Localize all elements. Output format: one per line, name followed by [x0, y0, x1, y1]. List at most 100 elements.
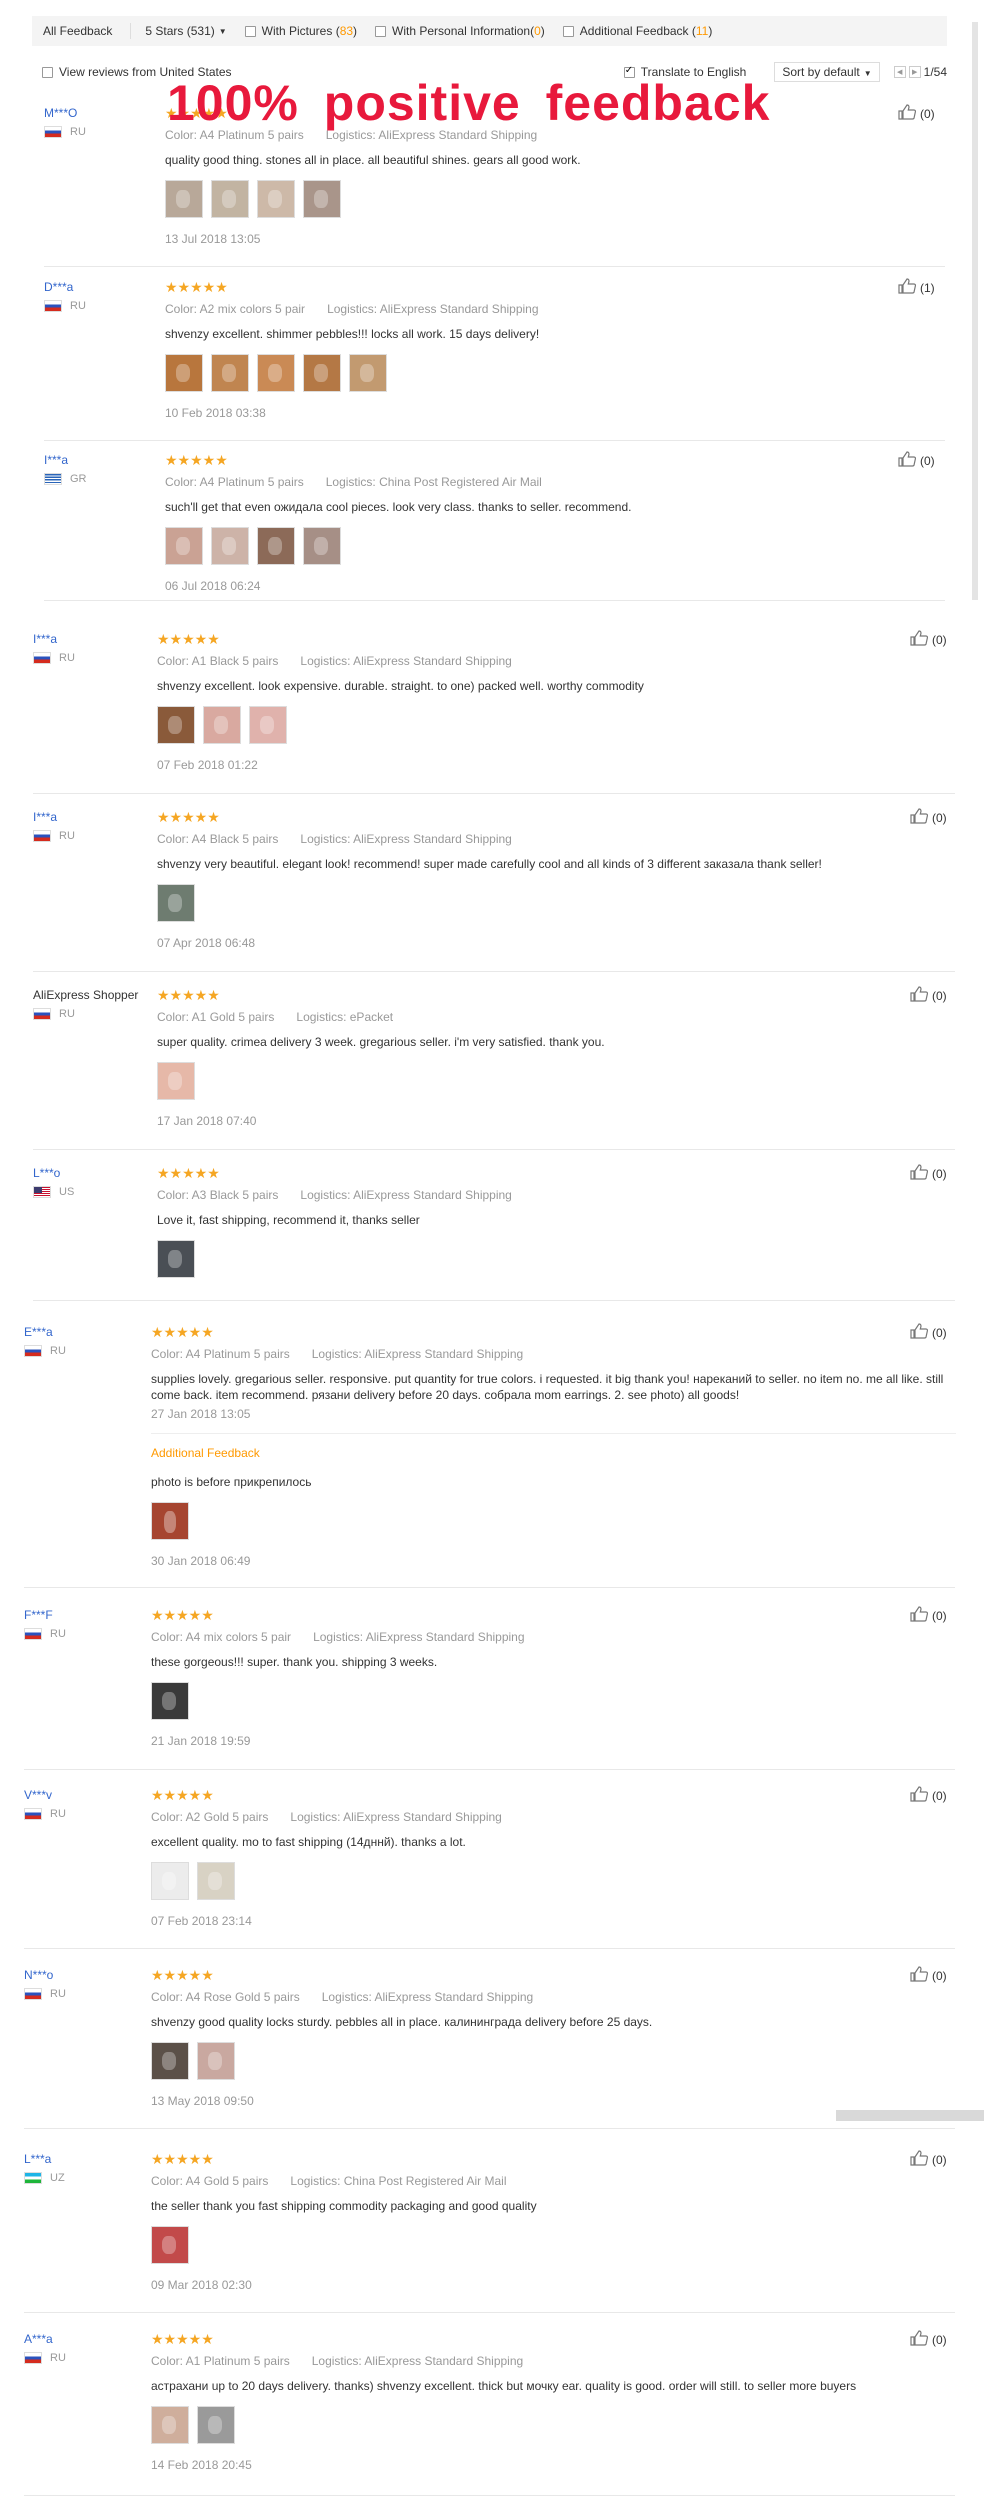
review-photo[interactable] — [257, 527, 295, 565]
helpful-button[interactable]: (0) — [910, 2150, 947, 2169]
order-color: Color: A4 Gold 5 pairs — [151, 2174, 269, 2188]
review-photo[interactable] — [157, 884, 195, 922]
review-photo[interactable] — [151, 1502, 189, 1540]
review-photo[interactable] — [151, 2406, 189, 2444]
review-body: ★★★★★ Color: A4 Black 5 pairs Logistics: A… — [157, 810, 937, 950]
review-photo[interactable] — [151, 1862, 189, 1900]
sort-select[interactable]: Sort by default ▼ — [774, 62, 880, 82]
vertical-scrollbar[interactable] — [972, 22, 978, 600]
rating-stars: ★★★★★ — [157, 987, 220, 1003]
with-pictures-checkbox[interactable] — [244, 25, 256, 37]
review-photo[interactable] — [257, 354, 295, 392]
helpful-button[interactable]: (0) — [910, 1164, 947, 1183]
view-us-checkbox[interactable] — [42, 66, 53, 78]
all-feedback-tab[interactable]: All Feedback — [43, 24, 112, 38]
reviewer-name[interactable]: V***v — [24, 1788, 52, 1802]
review-photo[interactable] — [211, 180, 249, 218]
helpful-count: (0) — [932, 632, 947, 647]
additional-divider — [151, 1433, 956, 1434]
additional-feedback-label: Additional Feedback ( — [579, 24, 696, 38]
with-personal-checkbox[interactable] — [375, 25, 387, 37]
review-photo[interactable] — [165, 180, 203, 218]
review-photo[interactable] — [249, 706, 287, 744]
reviewer-name[interactable]: M***O — [44, 106, 77, 120]
review-photo[interactable] — [165, 527, 203, 565]
review-photo[interactable] — [211, 527, 249, 565]
prev-page-button[interactable]: ◀ — [893, 66, 906, 78]
reviewer-country: US — [33, 1186, 74, 1198]
review-photo[interactable] — [349, 354, 387, 392]
additional-feedback-checkbox[interactable] — [562, 25, 574, 37]
thumbs-up-icon — [910, 2150, 932, 2169]
review-photo[interactable] — [151, 2226, 189, 2264]
stars-filter-label: 5 Stars (531) — [145, 24, 215, 38]
reviewer-name[interactable]: E***a — [24, 1325, 53, 1339]
helpful-count: (0) — [932, 810, 947, 825]
country-code: RU — [59, 830, 75, 842]
reviewer-name[interactable]: D***a — [44, 280, 73, 294]
review-photo[interactable] — [197, 2042, 235, 2080]
review-date: 13 Jul 2018 13:05 — [165, 232, 261, 246]
review-photo[interactable] — [303, 354, 341, 392]
chevron-down-icon: ▼ — [218, 26, 227, 36]
additional-feedback-date: 30 Jan 2018 06:49 — [151, 1554, 251, 1568]
country-code: RU — [50, 1628, 66, 1640]
review-meta: Color: A4 Rose Gold 5 pairs Logistics: Al… — [151, 1990, 931, 2004]
review-photos — [151, 2406, 931, 2444]
review-divider — [33, 1300, 955, 1301]
helpful-button[interactable]: (0) — [910, 630, 947, 649]
stars-filter-select[interactable]: 5 Stars (531) ▼ — [145, 24, 226, 38]
review-date: 07 Apr 2018 06:48 — [157, 936, 256, 950]
thumbs-up-icon — [910, 1966, 932, 1985]
review-photo[interactable] — [151, 1682, 189, 1720]
review-body: ★★★★★ Color: A1 Gold 5 pairs Logistics: eP… — [157, 988, 937, 1128]
review-photo[interactable] — [197, 1862, 235, 1900]
review-photo[interactable] — [303, 527, 341, 565]
helpful-button[interactable]: (1) — [898, 278, 935, 297]
next-page-button[interactable]: ▶ — [908, 66, 921, 78]
review-photo[interactable] — [151, 2042, 189, 2080]
helpful-button[interactable]: (0) — [910, 1606, 947, 1625]
horizontal-scrollbar[interactable] — [836, 2110, 984, 2121]
additional-feedback-text: photo is before прикрепилось — [151, 1475, 312, 1489]
reviewer-name[interactable]: I***a — [33, 632, 57, 646]
reviewer-name[interactable]: L***o — [33, 1166, 60, 1180]
reviewer-name[interactable]: A***a — [24, 2332, 53, 2346]
reviewer-name[interactable]: I***a — [44, 453, 68, 467]
reviewer-name[interactable]: AliExpress Shopper — [33, 988, 138, 1002]
helpful-button[interactable]: (0) — [910, 2330, 947, 2349]
helpful-button[interactable]: (0) — [910, 1323, 947, 1342]
sort-label: Sort by default — [782, 65, 860, 79]
reviewer-country: RU — [44, 126, 86, 138]
helpful-button[interactable]: (0) — [910, 1786, 947, 1805]
with-pictures-filter[interactable]: With Pictures (83) — [244, 24, 357, 38]
review-text: quality good thing. stones all in place.… — [165, 153, 581, 167]
review-photo[interactable] — [303, 180, 341, 218]
reviewer-name[interactable]: L***a — [24, 2152, 51, 2166]
helpful-button[interactable]: (0) — [910, 986, 947, 1005]
reviewer-name[interactable]: F***F — [24, 1608, 53, 1622]
helpful-button[interactable]: (0) — [910, 1966, 947, 1985]
review-meta: Color: A4 Gold 5 pairs Logistics: China P… — [151, 2174, 931, 2188]
review-photo[interactable] — [157, 1240, 195, 1278]
reviewer-name[interactable]: N***o — [24, 1968, 53, 1982]
helpful-button[interactable]: (0) — [898, 451, 935, 470]
with-personal-filter[interactable]: With Personal Information(0) — [375, 24, 545, 38]
order-logistics: Logistics: AliExpress Standard Shipping — [313, 1630, 525, 1644]
review-text: shvenzy very beautiful. elegant look! re… — [157, 857, 822, 871]
review-photo[interactable] — [157, 1062, 195, 1100]
review-photo[interactable] — [257, 180, 295, 218]
rating-stars: ★★★★★ — [151, 1607, 214, 1623]
review-photo[interactable] — [157, 706, 195, 744]
review-photo[interactable] — [211, 354, 249, 392]
review-photo[interactable] — [165, 354, 203, 392]
helpful-button[interactable]: (0) — [898, 104, 935, 123]
additional-feedback-filter[interactable]: Additional Feedback (11) — [562, 24, 713, 38]
additional-feedback-close: ) — [708, 24, 713, 38]
review-photo[interactable] — [197, 2406, 235, 2444]
reviewer-country: RU — [33, 830, 75, 842]
thumbs-up-icon — [898, 451, 920, 470]
helpful-button[interactable]: (0) — [910, 808, 947, 827]
review-photo[interactable] — [203, 706, 241, 744]
reviewer-name[interactable]: I***a — [33, 810, 57, 824]
